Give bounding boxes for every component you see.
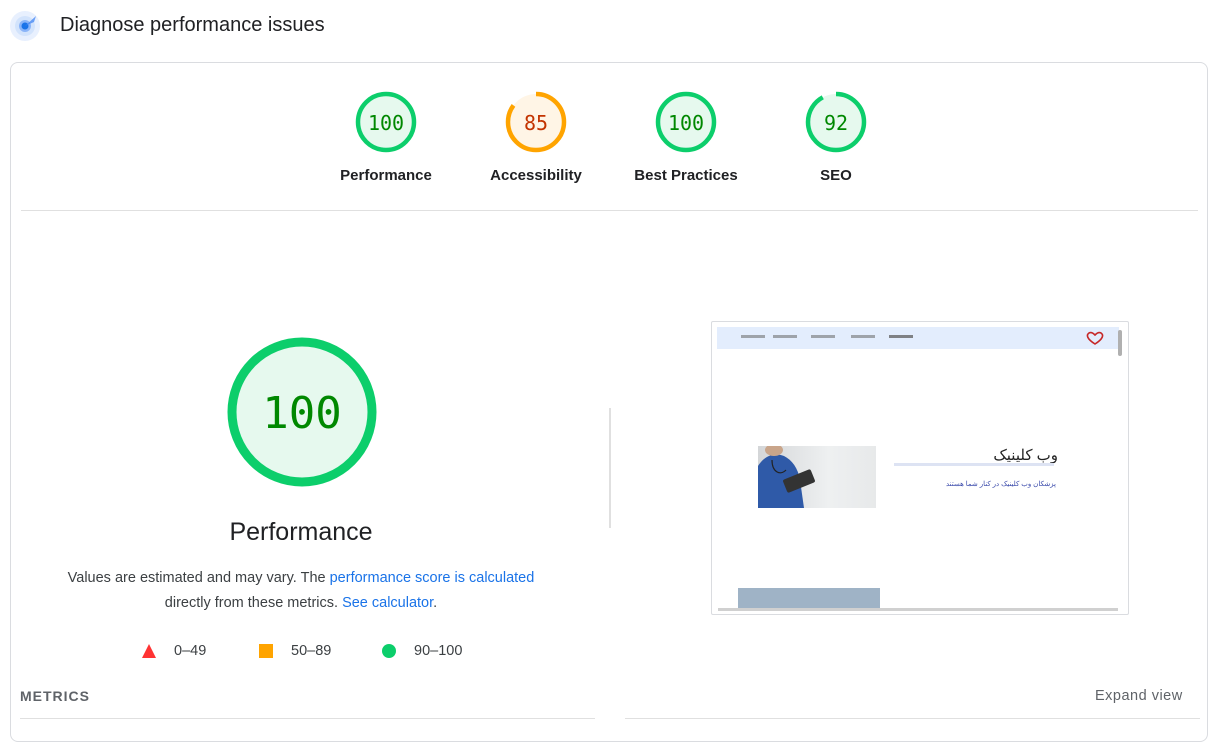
legend-range: 0–49 <box>174 643 207 659</box>
score-legend: 0–49 50–89 90–100 <box>11 640 591 662</box>
gauge-label: Accessibility <box>490 167 582 184</box>
screenshot-brand: وب کلینیک <box>993 447 1058 464</box>
final-screenshot[interactable]: وب کلینیک پزشکان وب کلینیک در کنار شما ه… <box>711 321 1129 615</box>
nav-item <box>811 335 835 338</box>
report-card: 100 Performance 85 Accessibility 100 Bes… <box>10 62 1208 742</box>
see-calculator-link[interactable]: See calculator <box>342 595 433 611</box>
heart-logo-icon <box>1086 331 1104 345</box>
gauge-ring: 100 <box>355 91 417 153</box>
metrics-divider-right <box>625 718 1200 719</box>
brand-underline <box>894 463 1054 466</box>
metrics-divider-left <box>20 718 595 719</box>
gauges-divider <box>21 210 1198 211</box>
expand-view-button[interactable]: Expand view <box>1095 688 1183 704</box>
nav-item <box>889 335 913 338</box>
gauge-label: Best Practices <box>634 167 738 184</box>
lighthouse-icon <box>10 11 40 41</box>
performance-score: 100 <box>262 388 341 439</box>
header: Diagnose performance issues <box>0 0 1219 54</box>
legend-range: 50–89 <box>291 643 332 659</box>
gauge-accessibility[interactable]: 85 Accessibility <box>476 91 596 184</box>
page-title: Diagnose performance issues <box>60 14 325 36</box>
performance-title: Performance <box>229 518 373 546</box>
category-gauges: 100 Performance 85 Accessibility 100 Bes… <box>11 91 1207 211</box>
nav-item <box>741 335 765 338</box>
vertical-divider <box>609 408 611 528</box>
doctor-image <box>758 446 876 508</box>
gauge-score: 92 <box>824 111 848 135</box>
nav-item <box>773 335 797 338</box>
gauge-best-practices[interactable]: 100 Best Practices <box>626 91 746 184</box>
screenshot-section-block <box>738 588 880 610</box>
gauge-score: 100 <box>668 111 704 135</box>
screenshot-scrollbar <box>1118 330 1122 356</box>
nav-item <box>851 335 875 338</box>
gauge-label: SEO <box>820 167 852 184</box>
gauge-score: 100 <box>368 111 404 135</box>
gauge-label: Performance <box>340 167 432 184</box>
square-icon <box>259 644 273 658</box>
legend-range: 90–100 <box>414 643 463 659</box>
gauge-ring: 100 <box>655 91 717 153</box>
description-text: Values are estimated and may vary. The <box>67 570 330 586</box>
screenshot-tagline: پزشکان وب کلینیک در کنار شما هستند <box>945 481 1056 488</box>
gauge-ring: 92 <box>805 91 867 153</box>
gauge-ring: 85 <box>505 91 567 153</box>
screenshot-horizontal-scrollbar <box>718 608 1118 611</box>
performance-gauge: 100 <box>227 337 377 487</box>
gauge-seo[interactable]: 92 SEO <box>776 91 896 184</box>
description-text: . <box>433 595 438 611</box>
triangle-icon <box>142 644 156 658</box>
description-text: directly from these metrics. <box>164 595 343 611</box>
screenshot-navbar <box>717 327 1119 349</box>
metrics-title: METRICS <box>20 688 90 704</box>
score-calculated-link[interactable]: performance score is calculated <box>330 570 535 586</box>
circle-icon <box>382 644 396 658</box>
gauge-score: 85 <box>524 111 548 135</box>
gauge-performance[interactable]: 100 Performance <box>326 91 446 184</box>
performance-description: Values are estimated and may vary. The p… <box>51 566 551 616</box>
